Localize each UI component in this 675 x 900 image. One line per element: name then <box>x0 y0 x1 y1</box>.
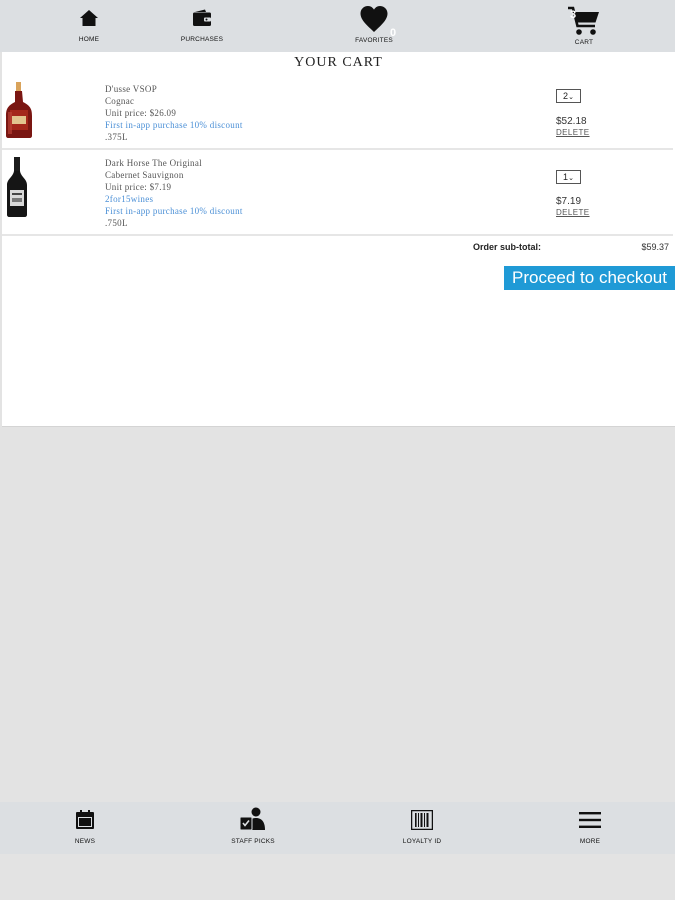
nav-loyalty-id-label: LOYALTY ID <box>402 838 442 845</box>
product-image <box>6 82 32 138</box>
wallet-icon <box>193 9 211 26</box>
heart-icon <box>360 6 388 32</box>
nav-more-label: MORE <box>579 838 601 845</box>
nav-more[interactable]: MORE <box>560 802 620 854</box>
nav-news-label: NEWS <box>74 838 96 845</box>
quantity-select[interactable]: 1⌄ <box>556 170 581 184</box>
item-promo[interactable]: First in-app purchase 10% discount <box>105 205 243 217</box>
item-unit-price: Unit price: $26.09 <box>105 108 177 118</box>
nav-cart-label: CART <box>574 39 594 46</box>
nav-staff-picks[interactable]: STAFF PICKS <box>218 802 288 854</box>
barcode-icon <box>411 810 433 830</box>
nav-loyalty-id[interactable]: LOYALTY ID <box>390 802 454 854</box>
item-category: Cognac <box>105 96 135 106</box>
calendar-icon <box>76 810 94 829</box>
cart-title: YOUR CART <box>294 55 383 70</box>
cart-count-badge: 3 <box>570 9 577 21</box>
delete-button[interactable]: DELETE <box>556 128 590 137</box>
subtotal-label: Order sub-total: <box>473 242 542 252</box>
item-details: D'usse VSOP Cognac Unit price: $26.09 Fi… <box>105 83 243 143</box>
cart-item: Dark Horse The Original Cabernet Sauvign… <box>2 152 673 236</box>
item-size: .375L <box>105 132 128 142</box>
item-line-total: $7.19 <box>556 196 582 207</box>
item-details: Dark Horse The Original Cabernet Sauvign… <box>105 157 243 229</box>
menu-icon <box>579 812 601 828</box>
nav-purchases[interactable]: PURCHASES <box>172 0 232 52</box>
item-size: .750L <box>105 218 128 228</box>
product-image <box>7 157 27 217</box>
home-icon <box>80 10 98 26</box>
item-name: Dark Horse The Original <box>105 158 202 168</box>
nav-news[interactable]: NEWS <box>55 802 115 854</box>
nav-home-label: HOME <box>78 36 100 43</box>
cart-panel: YOUR CART D'usse VSOP Cognac Unit price:… <box>2 52 675 427</box>
subtotal-value: $59.37 <box>641 242 669 252</box>
staff-picks-icon <box>239 807 265 831</box>
cart-item: D'usse VSOP Cognac Unit price: $26.09 Fi… <box>2 78 673 150</box>
nav-favorites-label: FAVORITES <box>355 37 393 44</box>
quantity-select[interactable]: 2⌄ <box>556 89 581 103</box>
nav-purchases-label: PURCHASES <box>180 36 224 43</box>
chevron-down-icon: ⌄ <box>568 175 574 182</box>
delete-button[interactable]: DELETE <box>556 208 590 217</box>
item-promo[interactable]: First in-app purchase 10% discount <box>105 119 243 131</box>
nav-staff-picks-label: STAFF PICKS <box>231 838 275 845</box>
nav-favorites[interactable]: 0 FAVORITES <box>344 0 404 52</box>
proceed-to-checkout-button[interactable]: Proceed to checkout <box>504 266 675 290</box>
item-line-total: $52.18 <box>556 116 587 127</box>
nav-cart[interactable]: 3 CART <box>556 0 612 52</box>
item-unit-price: Unit price: $7.19 <box>105 182 172 192</box>
bottom-navigation: NEWS STAFF PICKS LOYALTY ID MORE <box>0 802 675 854</box>
item-category: Cabernet Sauvignon <box>105 170 184 180</box>
top-navigation: HOME PURCHASES 0 FAVORITES 3 CART <box>0 0 675 52</box>
row-divider <box>2 148 673 150</box>
chevron-down-icon: ⌄ <box>568 94 574 101</box>
item-promo[interactable]: 2for15wines <box>105 193 243 205</box>
nav-home[interactable]: HOME <box>60 0 118 52</box>
item-name: D'usse VSOP <box>105 84 158 94</box>
row-divider <box>2 234 673 236</box>
